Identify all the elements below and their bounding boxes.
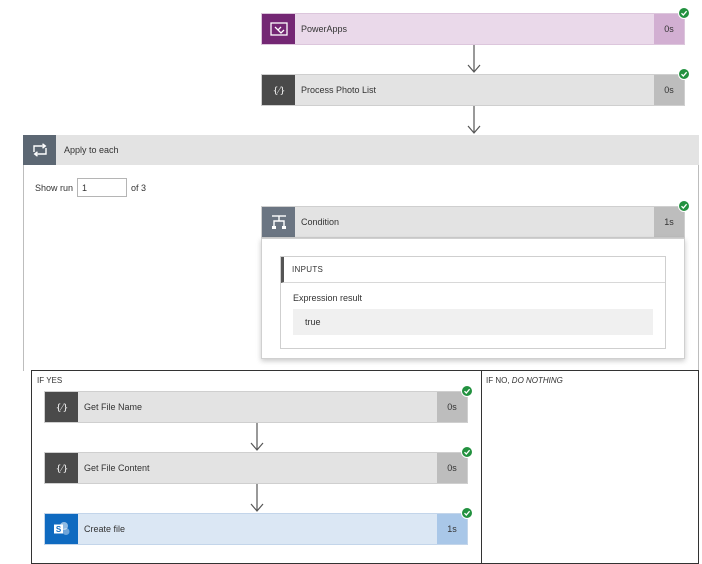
- apply-to-each-header[interactable]: Apply to each: [23, 135, 699, 165]
- inputs-header: INPUTS: [281, 257, 665, 283]
- connector-arrow: [467, 45, 481, 73]
- powerapps-trigger-card[interactable]: PowerApps 0s: [261, 13, 685, 45]
- success-check-icon: [461, 385, 473, 397]
- card-title: Process Photo List: [301, 85, 377, 95]
- svg-text:{⁄}: {⁄}: [272, 87, 284, 97]
- run-number-input[interactable]: [77, 178, 128, 197]
- svg-text:S: S: [55, 525, 61, 534]
- expression-result-label: Expression result: [293, 293, 363, 303]
- apply-to-each-title: Apply to each: [64, 145, 119, 155]
- show-run-label: Show run: [35, 182, 74, 193]
- duration-badge: 0s: [654, 75, 684, 105]
- powerapps-icon: [262, 14, 295, 44]
- compose-icon: {⁄}: [262, 75, 295, 105]
- process-photo-list-card[interactable]: {⁄} Process Photo List 0s: [261, 74, 685, 106]
- svg-text:{⁄}: {⁄}: [55, 404, 67, 414]
- success-check-icon: [678, 68, 690, 80]
- expression-result-value: true: [293, 309, 653, 335]
- loop-icon: [23, 135, 56, 165]
- get-file-content-card[interactable]: {⁄} Get File Content 0s: [44, 452, 468, 484]
- if-no-branch: [481, 370, 699, 564]
- connector-arrow: [467, 106, 481, 134]
- compose-icon: {⁄}: [45, 392, 78, 422]
- card-title: Get File Content: [84, 463, 150, 473]
- duration-badge: 0s: [654, 14, 684, 44]
- show-run-selector: Show run of 3: [35, 177, 146, 198]
- duration-badge: 1s: [437, 514, 467, 544]
- if-yes-label: IF YES: [37, 376, 63, 385]
- card-title: PowerApps: [301, 24, 348, 34]
- if-no-label: IF NO, DO NOTHING: [486, 376, 563, 385]
- duration-badge: 1s: [654, 207, 684, 237]
- get-file-name-card[interactable]: {⁄} Get File Name 0s: [44, 391, 468, 423]
- duration-badge: 0s: [437, 453, 467, 483]
- condition-card[interactable]: Condition 1s: [261, 206, 685, 238]
- connector-arrow: [250, 484, 264, 512]
- condition-icon: [262, 207, 295, 237]
- if-no-prefix: IF NO,: [486, 376, 510, 385]
- connector-arrow: [250, 423, 264, 451]
- card-title: Condition: [301, 217, 340, 227]
- card-title: Create file: [84, 524, 126, 534]
- create-file-card[interactable]: S Create file 1s: [44, 513, 468, 545]
- compose-icon: {⁄}: [45, 453, 78, 483]
- inputs-section: INPUTS Expression result true: [280, 256, 666, 349]
- run-count-label: of 3: [131, 182, 147, 193]
- svg-text:{⁄}: {⁄}: [55, 465, 67, 475]
- success-check-icon: [461, 446, 473, 458]
- condition-details-panel: INPUTS Expression result true: [261, 238, 685, 359]
- if-no-suffix: DO NOTHING: [511, 376, 563, 385]
- success-check-icon: [678, 200, 690, 212]
- duration-badge: 0s: [437, 392, 467, 422]
- success-check-icon: [461, 507, 473, 519]
- success-check-icon: [678, 7, 690, 19]
- card-title: Get File Name: [84, 402, 143, 412]
- sharepoint-icon: S: [45, 514, 78, 544]
